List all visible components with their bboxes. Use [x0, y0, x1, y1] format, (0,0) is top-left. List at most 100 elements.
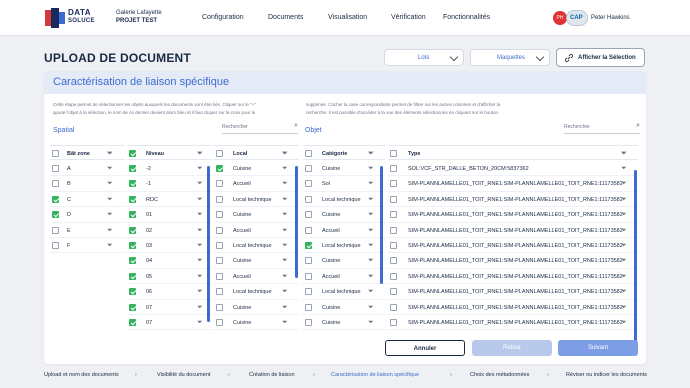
type-row[interactable]: SOL:VCF_STR_DALLE_BETON_20CM:5837362 ⏷ — [388, 161, 638, 177]
step-creation-liaison[interactable]: Création de liaison — [249, 372, 295, 378]
local-row-checkbox[interactable] — [216, 180, 223, 188]
categorie-row-checkbox[interactable] — [305, 257, 312, 265]
type-row[interactable]: SIM-PLANNLAMELLE01_TOIT_RNE1:SIM-PLANNLA… — [388, 238, 638, 254]
type-row-checkbox[interactable] — [390, 288, 397, 296]
funnel-icon[interactable]: ⏷ — [282, 288, 289, 295]
categorie-row[interactable]: Cuisine ⏷ — [303, 161, 385, 177]
funnel-icon[interactable]: ⏷ — [621, 257, 628, 264]
batiment-row-checkbox[interactable] — [52, 195, 59, 203]
nav-configuration[interactable]: Configuration — [202, 14, 244, 21]
suivant-button[interactable]: Suivant — [558, 340, 638, 356]
funnel-icon[interactable]: ⏷ — [282, 257, 289, 264]
categorie-row-checkbox[interactable] — [305, 303, 312, 311]
funnel-icon[interactable]: ⏷ — [368, 273, 375, 280]
categorie-row[interactable]: Local technique ⏷ — [303, 238, 385, 254]
local-row[interactable]: Cuisine ⏷ — [214, 161, 299, 177]
funnel-icon[interactable]: ⏷ — [282, 196, 289, 203]
funnel-icon[interactable]: ⏷ — [197, 304, 204, 311]
funnel-icon[interactable]: ⏷ — [197, 150, 204, 157]
type-row-checkbox[interactable] — [390, 165, 397, 172]
local-row-checkbox[interactable] — [216, 242, 223, 249]
funnel-icon[interactable]: ⏷ — [621, 242, 628, 249]
funnel-icon[interactable]: ⏷ — [368, 180, 375, 187]
type-row-checkbox[interactable] — [390, 180, 397, 188]
funnel-icon[interactable]: ⏷ — [621, 273, 628, 280]
local-scrollbar[interactable] — [295, 166, 298, 278]
categorie-row-checkbox[interactable] — [305, 319, 312, 326]
funnel-icon[interactable]: ⏷ — [107, 196, 114, 203]
funnel-icon[interactable]: ⏷ — [197, 180, 204, 187]
categorie-row[interactable]: Cuisine ⏷ — [303, 300, 385, 315]
type-row-checkbox[interactable] — [390, 226, 397, 234]
categorie-row[interactable]: Cuisine ⏷ — [303, 207, 385, 223]
funnel-icon[interactable]: ⏷ — [621, 288, 628, 295]
funnel-icon[interactable]: ⏷ — [368, 257, 375, 264]
categorie-row-checkbox[interactable] — [305, 288, 312, 296]
niveau-row[interactable]: RDC ⏷ — [127, 192, 212, 208]
project-selector[interactable]: Galerie Lafayette PROJET TEST — [116, 9, 162, 25]
batiment-select-all-checkbox[interactable] — [52, 150, 59, 157]
batiment-row[interactable]: B ⏷ — [50, 176, 124, 192]
local-row-checkbox[interactable] — [216, 226, 223, 234]
nav-visualisation[interactable]: Visualisation — [328, 14, 367, 21]
type-row[interactable]: SIM-PLANNLAMELLE01_TOIT_RNE1:SIM-PLANNLA… — [388, 315, 638, 331]
funnel-icon[interactable]: ⏷ — [282, 165, 289, 172]
type-row-checkbox[interactable] — [390, 303, 397, 311]
funnel-icon[interactable]: ⏷ — [282, 242, 289, 249]
local-row[interactable]: Accueil ⏷ — [214, 223, 299, 238]
local-select-all-checkbox[interactable] — [216, 150, 223, 157]
niveau-row[interactable]: 07 ⏷ — [127, 315, 212, 331]
avatar[interactable]: PH — [553, 11, 567, 25]
batiment-row[interactable]: D ⏷ — [50, 207, 124, 223]
niveau-row-checkbox[interactable] — [129, 180, 136, 188]
funnel-icon[interactable]: ⏷ — [107, 227, 114, 234]
batiment-row-checkbox[interactable] — [52, 180, 59, 188]
funnel-icon[interactable]: ⏷ — [621, 165, 628, 172]
local-row[interactable]: Local technique ⏷ — [214, 238, 299, 254]
funnel-icon[interactable]: ⏷ — [282, 319, 289, 326]
funnel-icon[interactable]: ⏷ — [621, 196, 628, 203]
niveau-row[interactable]: -2 ⏷ — [127, 161, 212, 177]
batiment-row-checkbox[interactable] — [52, 226, 59, 234]
local-row[interactable]: Accueil ⏷ — [214, 269, 299, 285]
categorie-select-all-checkbox[interactable] — [305, 150, 312, 157]
type-scrollbar[interactable] — [634, 170, 637, 342]
funnel-icon[interactable]: ⏷ — [197, 257, 204, 264]
local-row-checkbox[interactable] — [216, 303, 223, 311]
funnel-icon[interactable]: ⏷ — [107, 150, 114, 157]
batiment-row-checkbox[interactable] — [52, 242, 59, 249]
type-row-checkbox[interactable] — [390, 319, 397, 326]
categorie-scrollbar[interactable] — [380, 166, 383, 284]
categorie-row-checkbox[interactable] — [305, 165, 312, 172]
categorie-row-checkbox[interactable] — [305, 195, 312, 203]
batiment-row[interactable]: C ⏷ — [50, 192, 124, 208]
batiment-row[interactable]: E ⏷ — [50, 223, 124, 238]
niveau-row-checkbox[interactable] — [129, 257, 136, 265]
local-row[interactable]: Cuisine ⏷ — [214, 207, 299, 223]
funnel-icon[interactable]: ⏷ — [282, 273, 289, 280]
objet-search-input[interactable]: Rechercher ⌕ — [564, 122, 640, 134]
niveau-row[interactable]: 06 ⏷ — [127, 284, 212, 300]
local-row-checkbox[interactable] — [216, 195, 223, 203]
niveau-select-all-checkbox[interactable] — [129, 150, 136, 157]
type-row[interactable]: SIM-PLANNLAMELLE01_TOIT_RNE1:SIM-PLANNLA… — [388, 269, 638, 285]
niveau-row-checkbox[interactable] — [129, 303, 136, 311]
local-row-checkbox[interactable] — [216, 211, 223, 219]
categorie-row-checkbox[interactable] — [305, 242, 312, 249]
funnel-icon[interactable]: ⏷ — [197, 242, 204, 249]
niveau-row[interactable]: -1 ⏷ — [127, 176, 212, 192]
funnel-icon[interactable]: ⏷ — [621, 227, 628, 234]
type-row-checkbox[interactable] — [390, 257, 397, 265]
funnel-icon[interactable]: ⏷ — [197, 196, 204, 203]
maquettes-dropdown[interactable]: Maquettes — [470, 49, 550, 66]
funnel-icon[interactable]: ⏷ — [368, 211, 375, 218]
funnel-icon[interactable]: ⏷ — [107, 211, 114, 218]
funnel-icon[interactable]: ⏷ — [368, 196, 375, 203]
type-row[interactable]: SIM-PLANNLAMELLE01_TOIT_RNE1:SIM-PLANNLA… — [388, 223, 638, 238]
funnel-icon[interactable]: ⏷ — [197, 319, 204, 326]
local-row[interactable]: Cuisine ⏷ — [214, 253, 299, 269]
niveau-row[interactable]: 03 ⏷ — [127, 238, 212, 254]
funnel-icon[interactable]: ⏷ — [621, 150, 628, 157]
categorie-row[interactable]: Sol ⏷ — [303, 176, 385, 192]
type-select-all-checkbox[interactable] — [390, 150, 397, 157]
